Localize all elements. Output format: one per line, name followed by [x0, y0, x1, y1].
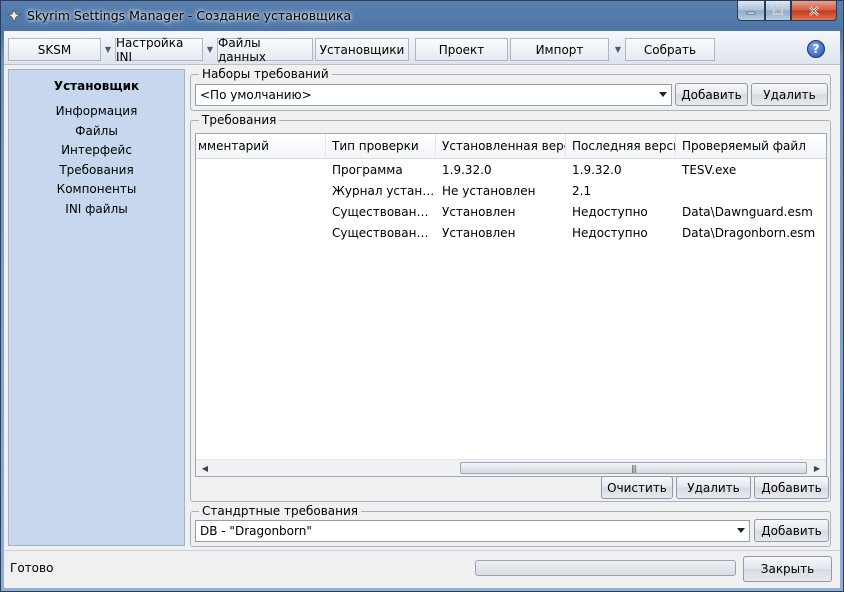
table-cell	[196, 160, 326, 181]
standard-requirement-select[interactable]: DB - "Dragonborn"	[195, 520, 750, 542]
help-icon[interactable]: ?	[807, 40, 825, 58]
table-cell: Существование ...	[332, 205, 436, 219]
list-header: мментарий Тип проверки Установленная вер…	[196, 134, 826, 159]
table-cell: 1.9.32.0	[442, 163, 492, 177]
sidebar-item-interface[interactable]: Интерфейс	[9, 141, 184, 161]
column-checked-file[interactable]: Проверяемый файл	[676, 134, 826, 159]
chevron-down-icon[interactable]: ▼	[612, 38, 624, 61]
table-row[interactable]: Существование ... Установлен Недоступно …	[196, 202, 826, 223]
table-cell: Существование ...	[332, 226, 436, 240]
toolbar-project-button[interactable]: Проект	[415, 38, 508, 61]
table-cell	[196, 223, 326, 244]
table-row[interactable]: Существование ... Установлен Недоступно …	[196, 223, 826, 244]
table-cell: 1.9.32.0	[572, 163, 622, 177]
toolbar-build-button[interactable]: Собрать	[625, 38, 715, 61]
toolbar: SKSM ▼ Настройка INI ▼ Файлы данных Уста…	[4, 31, 840, 65]
table-cell	[196, 181, 326, 202]
sidebar-item-files[interactable]: Файлы	[9, 122, 184, 142]
clear-requirements-button[interactable]: Очистить	[601, 476, 673, 499]
close-button[interactable]: Закрыть	[743, 556, 832, 582]
minimize-icon	[746, 11, 756, 14]
sidebar-heading[interactable]: Установщик	[9, 76, 184, 96]
add-standard-requirement-button[interactable]: Добавить	[754, 519, 829, 542]
title-bar[interactable]: Skyrim Settings Manager - Создание устан…	[1, 1, 843, 31]
window-controls	[737, 1, 837, 21]
table-cell	[676, 181, 826, 202]
requirements-list[interactable]: мментарий Тип проверки Установленная вер…	[195, 133, 827, 477]
sidebar: Установщик Информация Файлы Интерфейс Тр…	[8, 69, 185, 546]
status-bar: Готово Закрыть	[4, 550, 840, 588]
table-cell: Недоступно	[572, 226, 648, 240]
close-window-button[interactable]	[791, 1, 837, 21]
chevron-down-icon	[737, 528, 745, 533]
column-check-type[interactable]: Тип проверки	[326, 134, 436, 159]
column-comment[interactable]: мментарий	[196, 134, 326, 159]
table-cell: 2.1	[572, 184, 592, 198]
client-area: SKSM ▼ Настройка INI ▼ Файлы данных Уста…	[4, 31, 840, 588]
horizontal-scrollbar[interactable]: ◀ ||| ▶	[196, 459, 826, 476]
requirement-sets-legend: Наборы требований	[199, 66, 332, 82]
sidebar-item-info[interactable]: Информация	[9, 102, 184, 122]
add-requirement-button[interactable]: Добавить	[754, 476, 829, 499]
table-cell: TESV.exe	[682, 163, 737, 177]
minimize-button[interactable]	[737, 1, 765, 21]
table-cell: Data\Dragonborn.esm	[682, 226, 816, 240]
standard-requirements-group: Стандртные требования DB - "Dragonborn" …	[190, 503, 831, 547]
window-title: Skyrim Settings Manager - Создание устан…	[27, 8, 352, 23]
scroll-right-icon[interactable]: ▶	[811, 463, 823, 474]
scrollbar-thumb[interactable]: |||	[460, 462, 807, 474]
sidebar-item-requirements[interactable]: Требования	[9, 161, 184, 181]
chevron-down-icon[interactable]: ▼	[102, 38, 114, 61]
skyrim-logo-icon	[7, 9, 21, 23]
table-cell: Не установлен	[442, 184, 536, 198]
table-cell: Журнал установки	[332, 184, 436, 198]
chevron-down-icon	[659, 92, 667, 97]
toolbar-data-files-button[interactable]: Файлы данных	[217, 36, 313, 64]
toolbar-installers-button[interactable]: Установщики	[315, 38, 409, 61]
chevron-down-icon[interactable]: ▼	[204, 38, 216, 61]
maximize-icon	[773, 6, 783, 15]
sidebar-item-ini-files[interactable]: INI файлы	[9, 200, 184, 220]
toolbar-import-button[interactable]: Импорт	[510, 38, 609, 61]
table-cell: Недоступно	[572, 205, 648, 219]
add-requirement-set-button[interactable]: Добавить	[675, 83, 748, 106]
status-text: Готово	[10, 561, 54, 575]
delete-requirement-button[interactable]: Удалить	[676, 476, 751, 499]
standard-requirement-value: DB - "Dragonborn"	[200, 524, 312, 538]
toolbar-sksm-button[interactable]: SKSM	[8, 38, 101, 61]
table-row[interactable]: Программа 1.9.32.0 1.9.32.0 TESV.exe	[196, 160, 826, 181]
progress-bar	[475, 560, 736, 576]
maximize-button[interactable]	[765, 1, 791, 21]
requirement-set-value: <По умолчанию>	[200, 88, 312, 102]
requirement-sets-group: Наборы требований <По умолчанию> Добавит…	[190, 66, 831, 111]
table-cell	[196, 202, 326, 223]
table-cell: Программа	[332, 163, 403, 177]
requirements-group: Требования мментарий Тип проверки Устано…	[190, 112, 831, 502]
toolbar-ini-settings-button[interactable]: Настройка INI	[115, 36, 203, 64]
column-installed-version[interactable]: Установленная версия	[436, 134, 566, 159]
table-cell: Data\Dawnguard.esm	[682, 205, 813, 219]
requirement-set-select[interactable]: <По умолчанию>	[195, 84, 672, 106]
scroll-left-icon[interactable]: ◀	[199, 463, 211, 474]
sidebar-item-components[interactable]: Компоненты	[9, 180, 184, 200]
requirements-legend: Требования	[199, 112, 280, 128]
column-latest-version[interactable]: Последняя версия	[566, 134, 676, 159]
delete-requirement-set-button[interactable]: Удалить	[751, 83, 828, 106]
standard-requirements-legend: Стандртные требования	[199, 503, 362, 519]
table-row[interactable]: Журнал установки Не установлен 2.1	[196, 181, 826, 202]
main-window: Skyrim Settings Manager - Создание устан…	[0, 0, 844, 592]
table-cell: Установлен	[442, 226, 516, 240]
table-cell: Установлен	[442, 205, 516, 219]
close-icon	[809, 5, 819, 16]
